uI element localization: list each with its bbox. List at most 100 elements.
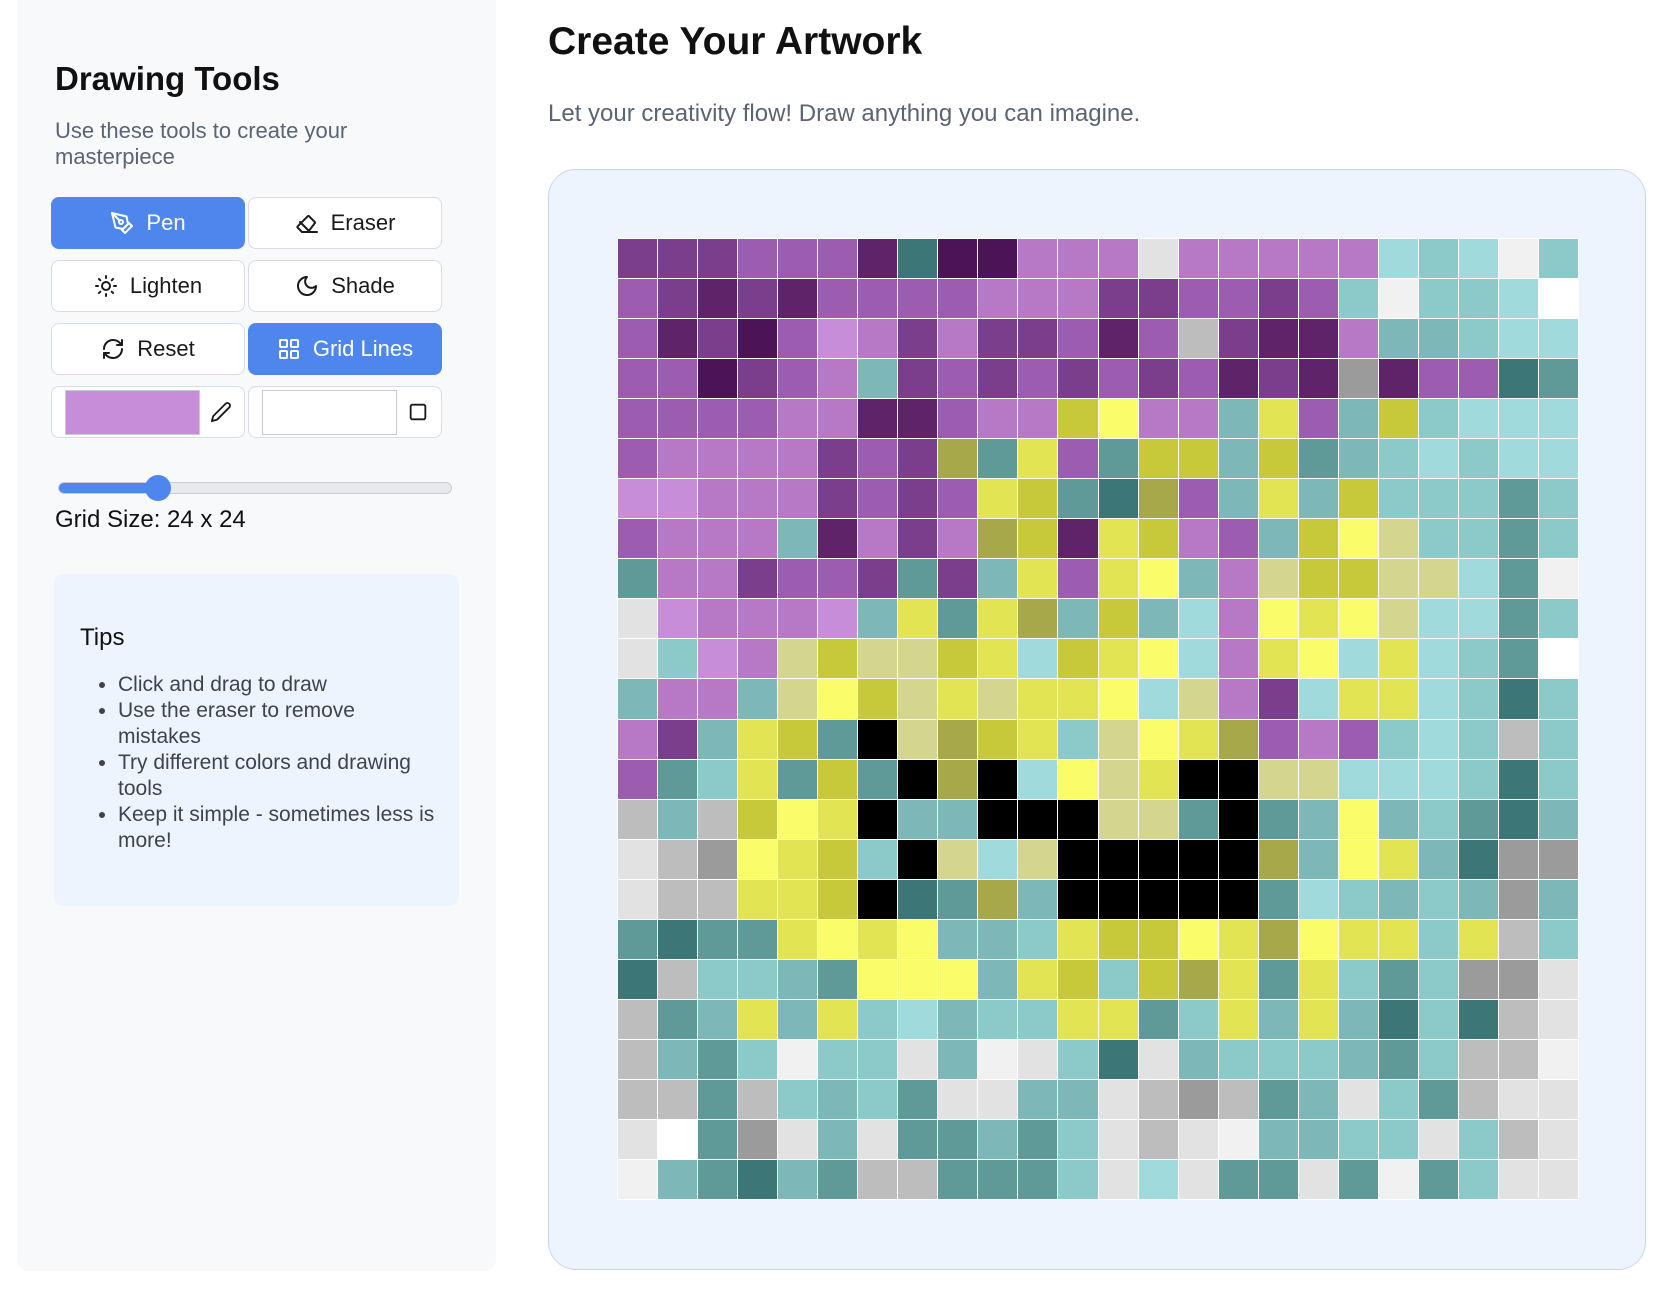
canvas-pixel[interactable] (938, 1119, 978, 1159)
canvas-pixel[interactable] (658, 679, 698, 719)
canvas-pixel[interactable] (1138, 1039, 1178, 1079)
canvas-pixel[interactable] (658, 1079, 698, 1119)
canvas-pixel[interactable] (738, 279, 778, 319)
canvas-pixel[interactable] (738, 1159, 778, 1199)
canvas-pixel[interactable] (1018, 439, 1058, 479)
grid-size-slider[interactable] (58, 475, 452, 501)
canvas-pixel[interactable] (1338, 319, 1378, 359)
canvas-pixel[interactable] (1378, 239, 1418, 279)
canvas-pixel[interactable] (1098, 1159, 1138, 1199)
canvas-pixel[interactable] (1258, 1119, 1298, 1159)
canvas-pixel[interactable] (818, 799, 858, 839)
canvas-pixel[interactable] (1098, 279, 1138, 319)
canvas-pixel[interactable] (938, 759, 978, 799)
canvas-pixel[interactable] (778, 879, 818, 919)
canvas-pixel[interactable] (1218, 439, 1258, 479)
canvas-pixel[interactable] (1538, 999, 1578, 1039)
canvas-pixel[interactable] (1458, 1119, 1498, 1159)
canvas-pixel[interactable] (1298, 639, 1338, 679)
canvas-pixel[interactable] (738, 679, 778, 719)
canvas-pixel[interactable] (658, 1119, 698, 1159)
canvas-pixel[interactable] (1458, 399, 1498, 439)
canvas-pixel[interactable] (818, 919, 858, 959)
canvas-pixel[interactable] (1538, 839, 1578, 879)
canvas-pixel[interactable] (1218, 1159, 1258, 1199)
canvas-pixel[interactable] (738, 839, 778, 879)
canvas-pixel[interactable] (1018, 279, 1058, 319)
canvas-pixel[interactable] (1378, 359, 1418, 399)
canvas-pixel[interactable] (1378, 1079, 1418, 1119)
canvas-pixel[interactable] (1098, 919, 1138, 959)
canvas-pixel[interactable] (818, 319, 858, 359)
canvas-pixel[interactable] (1058, 999, 1098, 1039)
canvas-pixel[interactable] (1458, 919, 1498, 959)
canvas-pixel[interactable] (1498, 399, 1538, 439)
canvas-pixel[interactable] (1338, 239, 1378, 279)
canvas-pixel[interactable] (1058, 359, 1098, 399)
canvas-pixel[interactable] (1178, 479, 1218, 519)
canvas-pixel[interactable] (818, 599, 858, 639)
canvas-pixel[interactable] (818, 1079, 858, 1119)
canvas-pixel[interactable] (1538, 1079, 1578, 1119)
canvas-pixel[interactable] (698, 919, 738, 959)
canvas-pixel[interactable] (658, 799, 698, 839)
canvas-pixel[interactable] (1018, 759, 1058, 799)
primary-color-swatch[interactable] (65, 390, 200, 435)
canvas-pixel[interactable] (898, 759, 938, 799)
canvas-pixel[interactable] (978, 439, 1018, 479)
canvas-pixel[interactable] (618, 959, 658, 999)
canvas-pixel[interactable] (978, 359, 1018, 399)
canvas-pixel[interactable] (1018, 799, 1058, 839)
canvas-pixel[interactable] (898, 399, 938, 439)
canvas-pixel[interactable] (1338, 1039, 1378, 1079)
canvas-pixel[interactable] (1218, 999, 1258, 1039)
canvas-pixel[interactable] (1458, 439, 1498, 479)
canvas-pixel[interactable] (1058, 1159, 1098, 1199)
canvas-pixel[interactable] (1218, 1039, 1258, 1079)
canvas-pixel[interactable] (1098, 399, 1138, 439)
canvas-pixel[interactable] (1258, 239, 1298, 279)
canvas-pixel[interactable] (658, 1039, 698, 1079)
canvas-pixel[interactable] (858, 839, 898, 879)
canvas-pixel[interactable] (1498, 879, 1538, 919)
canvas-pixel[interactable] (618, 879, 658, 919)
canvas-pixel[interactable] (738, 399, 778, 439)
canvas-pixel[interactable] (1418, 879, 1458, 919)
canvas-pixel[interactable] (938, 559, 978, 599)
canvas-pixel[interactable] (898, 1079, 938, 1119)
canvas-pixel[interactable] (1498, 999, 1538, 1039)
canvas-pixel[interactable] (858, 519, 898, 559)
grid-size-slider-thumb[interactable] (144, 475, 171, 501)
canvas-pixel[interactable] (658, 519, 698, 559)
canvas-pixel[interactable] (1458, 879, 1498, 919)
canvas-pixel[interactable] (858, 1039, 898, 1079)
canvas-pixel[interactable] (1018, 1039, 1058, 1079)
canvas-pixel[interactable] (1378, 399, 1418, 439)
canvas-pixel[interactable] (1338, 879, 1378, 919)
canvas-pixel[interactable] (1018, 959, 1058, 999)
canvas-pixel[interactable] (1298, 599, 1338, 639)
canvas-pixel[interactable] (738, 439, 778, 479)
canvas-pixel[interactable] (618, 799, 658, 839)
canvas-pixel[interactable] (738, 919, 778, 959)
canvas-pixel[interactable] (1058, 279, 1098, 319)
canvas-pixel[interactable] (698, 719, 738, 759)
canvas-pixel[interactable] (1058, 1119, 1098, 1159)
canvas-pixel[interactable] (1338, 1079, 1378, 1119)
canvas-pixel[interactable] (1218, 839, 1258, 879)
canvas-pixel[interactable] (1538, 319, 1578, 359)
canvas-pixel[interactable] (618, 999, 658, 1039)
canvas-pixel[interactable] (658, 479, 698, 519)
canvas-pixel[interactable] (1418, 479, 1458, 519)
canvas-pixel[interactable] (1178, 679, 1218, 719)
canvas-pixel[interactable] (1018, 599, 1058, 639)
canvas-pixel[interactable] (1378, 1039, 1418, 1079)
canvas-pixel[interactable] (1418, 639, 1458, 679)
canvas-pixel[interactable] (698, 519, 738, 559)
canvas-pixel[interactable] (1138, 1079, 1178, 1119)
canvas-pixel[interactable] (898, 1119, 938, 1159)
canvas-pixel[interactable] (1018, 239, 1058, 279)
canvas-pixel[interactable] (1458, 759, 1498, 799)
canvas-pixel[interactable] (1018, 679, 1058, 719)
canvas-pixel[interactable] (738, 1079, 778, 1119)
